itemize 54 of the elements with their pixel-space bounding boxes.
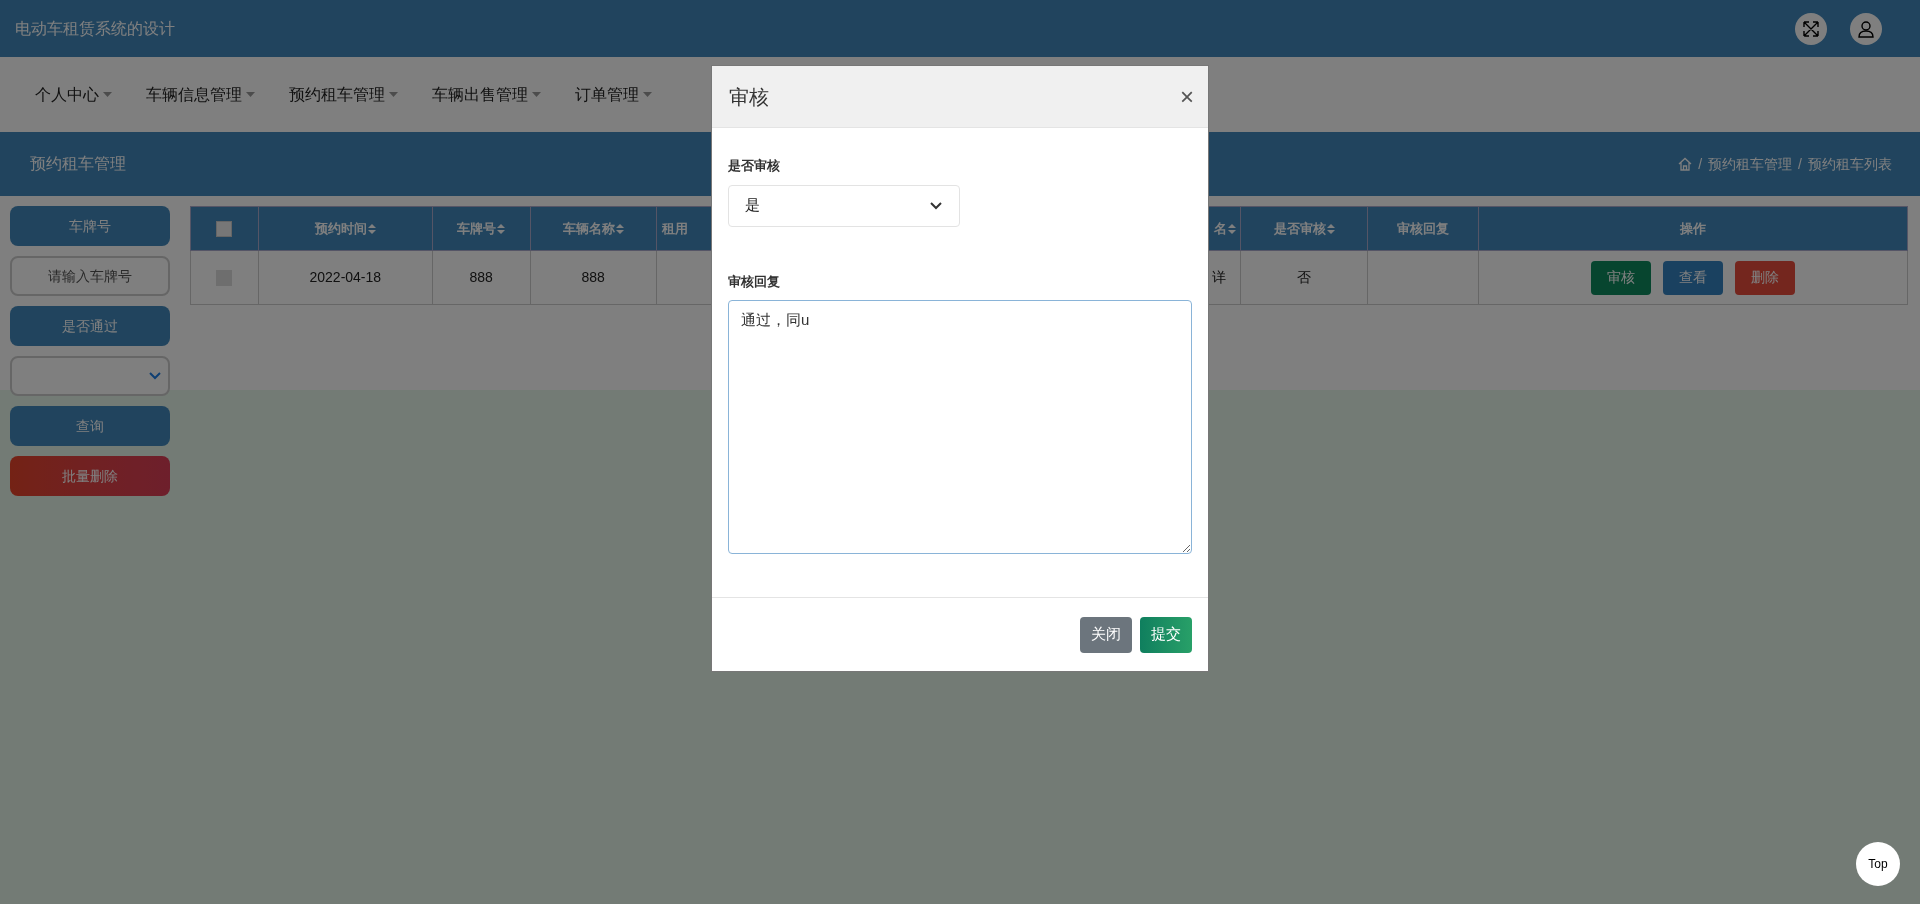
- nav-menu-item[interactable]: 车辆信息管理: [146, 82, 255, 107]
- pass-select-field[interactable]: [10, 356, 170, 396]
- table-cell: 888: [469, 269, 493, 285]
- dialog-button[interactable]: 提交: [1140, 616, 1192, 653]
- home-icon[interactable]: [1678, 157, 1693, 171]
- action-button[interactable]: 审核: [1591, 260, 1652, 295]
- column-header: 审核回复: [1397, 219, 1450, 238]
- section-title: 预约租车管理: [30, 154, 126, 174]
- caret-icon: [643, 92, 652, 97]
- table-cell: 888: [581, 269, 605, 285]
- chevron-icon: [148, 371, 162, 381]
- search-button[interactable]: 查询: [10, 406, 170, 446]
- table-cell: 详: [1212, 269, 1227, 285]
- field-label: 审核回复: [728, 272, 781, 291]
- sort-icon[interactable]: [367, 223, 376, 234]
- field-label: 是否审核: [728, 157, 781, 175]
- fullscreen-icon[interactable]: [1795, 12, 1827, 45]
- breadcrumb-link[interactable]: 预约租车管理: [1708, 153, 1793, 175]
- chevron-icon: [929, 200, 943, 211]
- filter-label: 车牌号: [10, 206, 170, 246]
- action-button[interactable]: 删除: [1735, 260, 1796, 295]
- select-field[interactable]: 是: [728, 184, 960, 227]
- breadcrumb-link[interactable]: 预约租车列表: [1808, 153, 1892, 175]
- column-header: 租用: [661, 219, 688, 238]
- column-header[interactable]: 预约时间: [314, 218, 376, 239]
- batch-delete-button[interactable]: 批量删除: [10, 456, 170, 496]
- sort-icon[interactable]: [1326, 223, 1335, 234]
- breadcrumb-separator: /: [1698, 154, 1703, 174]
- caret-icon: [103, 92, 112, 97]
- select-all-checkbox[interactable]: [216, 220, 233, 237]
- plate-input-field[interactable]: 请输入车牌号: [10, 256, 170, 296]
- column-header: 操作: [1680, 219, 1707, 238]
- reply-text-area[interactable]: 通过，同u: [728, 300, 1192, 554]
- app-title: 电动车租赁系统的设计: [15, 18, 175, 39]
- close-button[interactable]: ×: [1180, 84, 1194, 109]
- nav-menu-item[interactable]: 个人中心: [35, 82, 112, 107]
- caret-icon: [532, 92, 541, 97]
- dialog-title: 审核: [729, 84, 769, 110]
- caret-icon: [246, 92, 255, 97]
- caret-icon: [389, 92, 398, 97]
- filter-label: 是否通过: [10, 306, 170, 346]
- sort-icon[interactable]: [1228, 223, 1237, 234]
- column-header[interactable]: 名: [1214, 218, 1237, 239]
- table-cell: 2022-04-18: [309, 269, 382, 285]
- sort-icon[interactable]: [497, 223, 506, 234]
- nav-menu-item[interactable]: 车辆出售管理: [432, 82, 541, 107]
- nav-menu-item[interactable]: 订单管理: [575, 82, 652, 107]
- breadcrumb-separator: /: [1798, 154, 1802, 174]
- sort-icon[interactable]: [615, 223, 624, 234]
- action-button[interactable]: 查看: [1663, 260, 1724, 295]
- dialog-button[interactable]: 关闭: [1080, 616, 1132, 653]
- user-icon[interactable]: [1850, 12, 1882, 45]
- nav-menu-item[interactable]: 预约租车管理: [289, 82, 398, 107]
- table-cell: 否: [1297, 269, 1312, 285]
